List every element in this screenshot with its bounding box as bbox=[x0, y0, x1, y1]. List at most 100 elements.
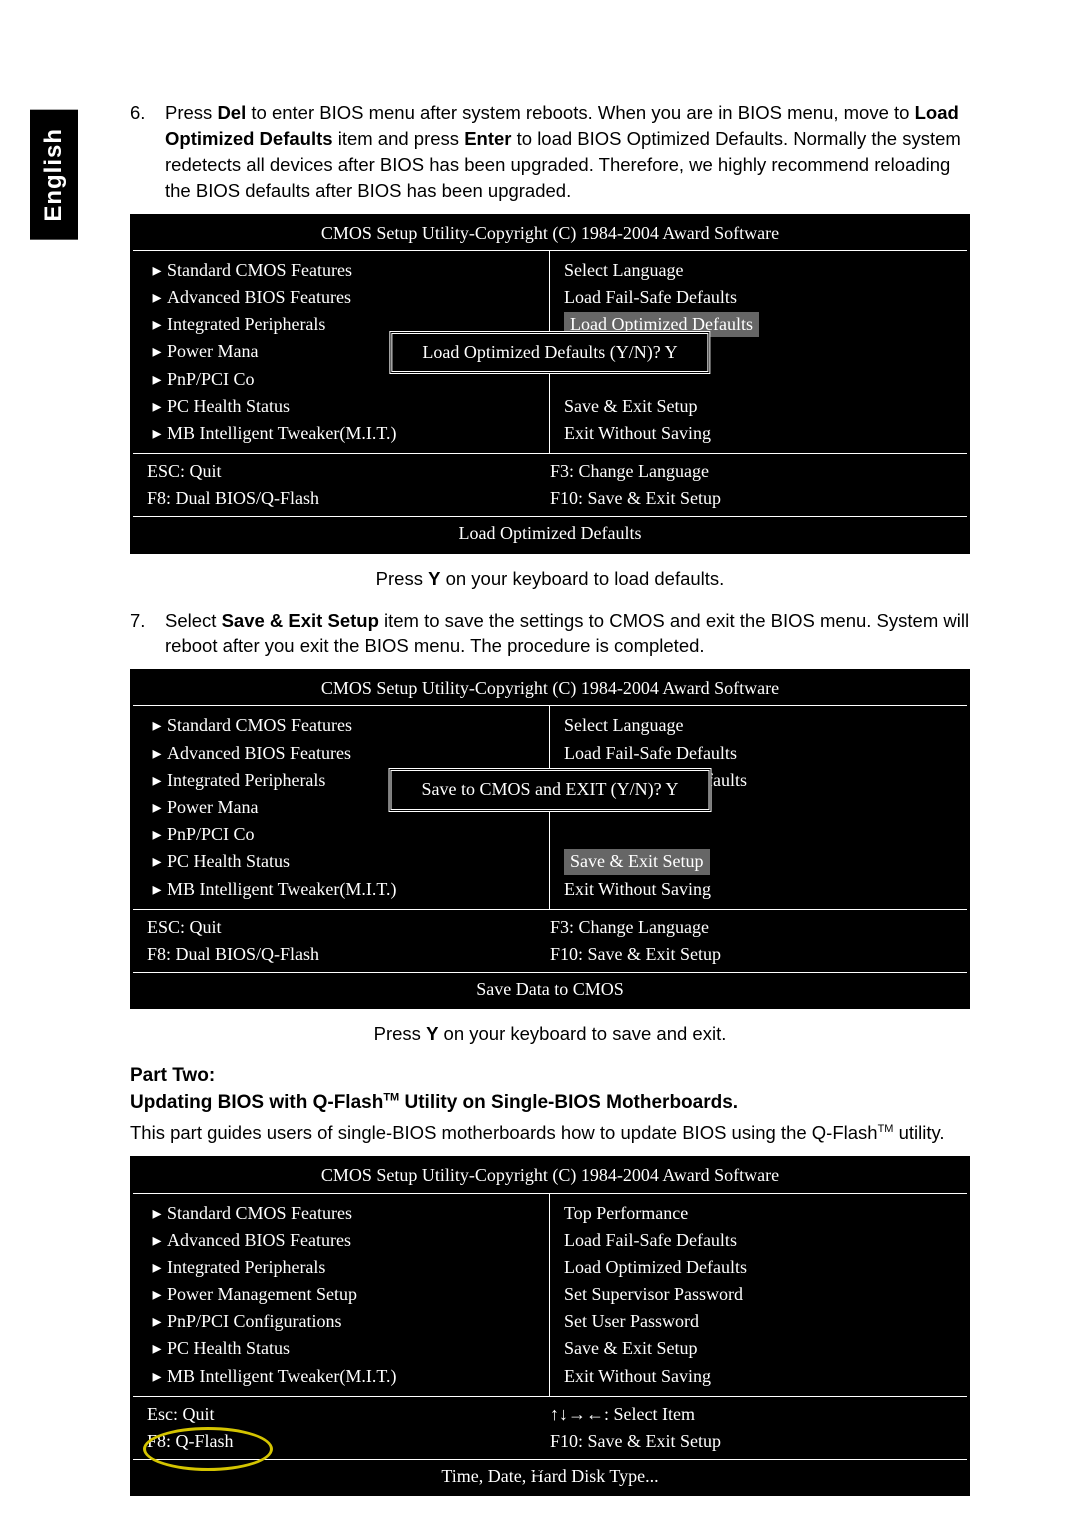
bios-item-label: PnP/PCI Co bbox=[167, 367, 255, 392]
bios-menu-item[interactable] bbox=[564, 821, 953, 848]
bios-menu-item[interactable]: ▸Advanced BIOS Features bbox=[147, 284, 535, 311]
bios-hint: F8: Q-Flash bbox=[147, 1428, 550, 1455]
bios-menu-item[interactable]: ▸MB Intelligent Tweaker(M.I.T.) bbox=[147, 420, 535, 447]
text: on your keyboard to load defaults. bbox=[440, 568, 724, 589]
bios-menu-item[interactable]: ▸Integrated Peripherals bbox=[147, 1254, 535, 1281]
caret-icon: ▸ bbox=[147, 339, 167, 364]
bios-menu-item[interactable]: Set Supervisor Password bbox=[564, 1281, 953, 1308]
bios-hint: F10: Save & Exit Setup bbox=[550, 1428, 953, 1455]
caret-icon: ▸ bbox=[147, 1201, 167, 1226]
bios-dialog[interactable]: Load Optimized Defaults (Y/N)? Y bbox=[389, 331, 710, 374]
text: utility. bbox=[893, 1122, 944, 1143]
bios-menu-item[interactable]: Load Fail-Safe Defaults bbox=[564, 284, 953, 311]
bios-menu-item[interactable]: Exit Without Saving bbox=[564, 1363, 953, 1390]
caret-icon: ▸ bbox=[147, 849, 167, 874]
document-page: English 6. Press Del to enter BIOS menu … bbox=[0, 0, 1080, 1529]
bios-menu-item[interactable]: ▸PnP/PCI Co bbox=[147, 821, 535, 848]
bios-menu-item[interactable]: ▸MB Intelligent Tweaker(M.I.T.) bbox=[147, 876, 535, 903]
caret-icon: ▸ bbox=[147, 713, 167, 738]
bios-dialog[interactable]: Save to CMOS and EXIT (Y/N)? Y bbox=[389, 768, 712, 811]
bios-title: CMOS Setup Utility-Copyright (C) 1984-20… bbox=[133, 1159, 967, 1193]
caret-icon: ▸ bbox=[147, 258, 167, 283]
step-body: Press Del to enter BIOS menu after syste… bbox=[165, 100, 970, 204]
main-content: 6. Press Del to enter BIOS menu after sy… bbox=[130, 100, 970, 1496]
bios-left-col: ▸Standard CMOS Features▸Advanced BIOS Fe… bbox=[133, 1194, 550, 1396]
bios-item-label: MB Intelligent Tweaker(M.I.T.) bbox=[167, 1364, 397, 1389]
text: Updating BIOS with Q-Flash bbox=[130, 1092, 383, 1113]
key-y: Y bbox=[426, 1023, 438, 1044]
text: Press bbox=[376, 568, 428, 589]
bios-item-label: MB Intelligent Tweaker(M.I.T.) bbox=[167, 421, 397, 446]
text: This part guides users of single-BIOS mo… bbox=[130, 1122, 878, 1143]
section-heading: Part Two: bbox=[130, 1063, 970, 1090]
bios-item-label: Select Language bbox=[564, 713, 683, 738]
bios-item-highlighted: Save & Exit Setup bbox=[564, 849, 710, 874]
caret-icon: ▸ bbox=[147, 285, 167, 310]
bios-menu-item[interactable]: Select Language bbox=[564, 712, 953, 739]
bios-menu-item[interactable]: ▸MB Intelligent Tweaker(M.I.T.) bbox=[147, 1363, 535, 1390]
bios-hint: F10: Save & Exit Setup bbox=[550, 485, 953, 512]
bios-menu-item[interactable]: ▸Standard CMOS Features bbox=[147, 257, 535, 284]
bios-menu-item[interactable]: Exit Without Saving bbox=[564, 420, 953, 447]
bios-item-label: Load Optimized Defaults bbox=[564, 1255, 747, 1280]
bios-help-line: Load Optimized Defaults bbox=[133, 516, 967, 550]
bios-menu-item[interactable]: Save & Exit Setup bbox=[564, 848, 953, 875]
step-number: 7. bbox=[130, 608, 165, 660]
bios-hint: F3: Change Language bbox=[550, 458, 953, 485]
step-6: 6. Press Del to enter BIOS menu after sy… bbox=[130, 100, 970, 204]
bios-help-line: Save Data to CMOS bbox=[133, 972, 967, 1006]
bios-menu-item[interactable]: ▸Advanced BIOS Features bbox=[147, 1227, 535, 1254]
bios-item-label bbox=[564, 822, 569, 847]
text: to enter BIOS menu after system reboots.… bbox=[246, 102, 914, 123]
bios-footer: Esc: Quit ↑↓→←: Select Item F8: Q-Flash … bbox=[133, 1396, 967, 1459]
bios-menu-item[interactable]: Save & Exit Setup bbox=[564, 1335, 953, 1362]
page-footer: GA-K8N51PVM9-RH-NV Motherboard - 62 - bbox=[130, 1453, 970, 1479]
bios-item-label: Save & Exit Setup bbox=[564, 1336, 698, 1361]
bios-item-label: Integrated Peripherals bbox=[167, 312, 325, 337]
bios-menu-item[interactable]: ▸PC Health Status bbox=[147, 848, 535, 875]
bios-menu-item[interactable]: Exit Without Saving bbox=[564, 876, 953, 903]
bios-menu-item[interactable]: ▸PC Health Status bbox=[147, 1335, 535, 1362]
bios-menu-item[interactable]: Load Fail-Safe Defaults bbox=[564, 740, 953, 767]
bios-item-label: Power Mana bbox=[167, 339, 258, 364]
bios-menu-item[interactable]: ▸Standard CMOS Features bbox=[147, 712, 535, 739]
bios-menu-item[interactable]: Set User Password bbox=[564, 1308, 953, 1335]
bios-hint: ESC: Quit bbox=[147, 914, 550, 941]
bios-hint: F3: Change Language bbox=[550, 914, 953, 941]
caret-icon: ▸ bbox=[147, 795, 167, 820]
key-del: Del bbox=[217, 102, 246, 123]
bios-menu-item[interactable]: ▸Advanced BIOS Features bbox=[147, 740, 535, 767]
bios-menu-item[interactable]: Load Optimized Defaults bbox=[564, 1254, 953, 1281]
bios-item-label: Exit Without Saving bbox=[564, 1364, 711, 1389]
trademark-icon: TM bbox=[878, 1123, 894, 1135]
bios-item-label: Exit Without Saving bbox=[564, 877, 711, 902]
bios-item-label: PC Health Status bbox=[167, 394, 290, 419]
bios-title: CMOS Setup Utility-Copyright (C) 1984-20… bbox=[133, 217, 967, 251]
footer-model: GA-K8N51PVM9-RH-NV Motherboard bbox=[130, 1458, 436, 1479]
bios-menu-item[interactable]: ▸Standard CMOS Features bbox=[147, 1200, 535, 1227]
bios-footer: ESC: Quit F3: Change Language F8: Dual B… bbox=[133, 453, 967, 516]
bios-item-label: Load Fail-Safe Defaults bbox=[564, 741, 737, 766]
menu-item: Save & Exit Setup bbox=[222, 610, 379, 631]
text: item and press bbox=[333, 128, 465, 149]
bios-item-label: Load Fail-Safe Defaults bbox=[564, 285, 737, 310]
bios-menu-item[interactable]: ▸PC Health Status bbox=[147, 393, 535, 420]
bios-menu-item[interactable]: ▸PnP/PCI Configurations bbox=[147, 1308, 535, 1335]
bios-hint: ↑↓→←: Select Item bbox=[550, 1401, 953, 1428]
bios-hint: Esc: Quit bbox=[147, 1401, 550, 1428]
bios-menu-item[interactable]: ▸Power Management Setup bbox=[147, 1281, 535, 1308]
bios-menu-item[interactable]: Load Fail-Safe Defaults bbox=[564, 1227, 953, 1254]
bios-menu-item[interactable]: Top Performance bbox=[564, 1200, 953, 1227]
bios-menu-item[interactable]: Save & Exit Setup bbox=[564, 393, 953, 420]
bios-menu-item[interactable]: Select Language bbox=[564, 257, 953, 284]
bios-item-label: PC Health Status bbox=[167, 1336, 290, 1361]
bios-item-label: Standard CMOS Features bbox=[167, 1201, 352, 1226]
bios-item-label: PC Health Status bbox=[167, 849, 290, 874]
step-body: Select Save & Exit Setup item to save th… bbox=[165, 608, 970, 660]
bios-columns: ▸Standard CMOS Features▸Advanced BIOS Fe… bbox=[133, 1194, 967, 1396]
bios-item-label: Advanced BIOS Features bbox=[167, 741, 351, 766]
section-subheading: Updating BIOS with Q-FlashTM Utility on … bbox=[130, 1090, 970, 1117]
bios-item-label: Integrated Peripherals bbox=[167, 1255, 325, 1280]
bios-item-label: Standard CMOS Features bbox=[167, 258, 352, 283]
bios-columns: ▸Standard CMOS Features▸Advanced BIOS Fe… bbox=[133, 251, 967, 453]
